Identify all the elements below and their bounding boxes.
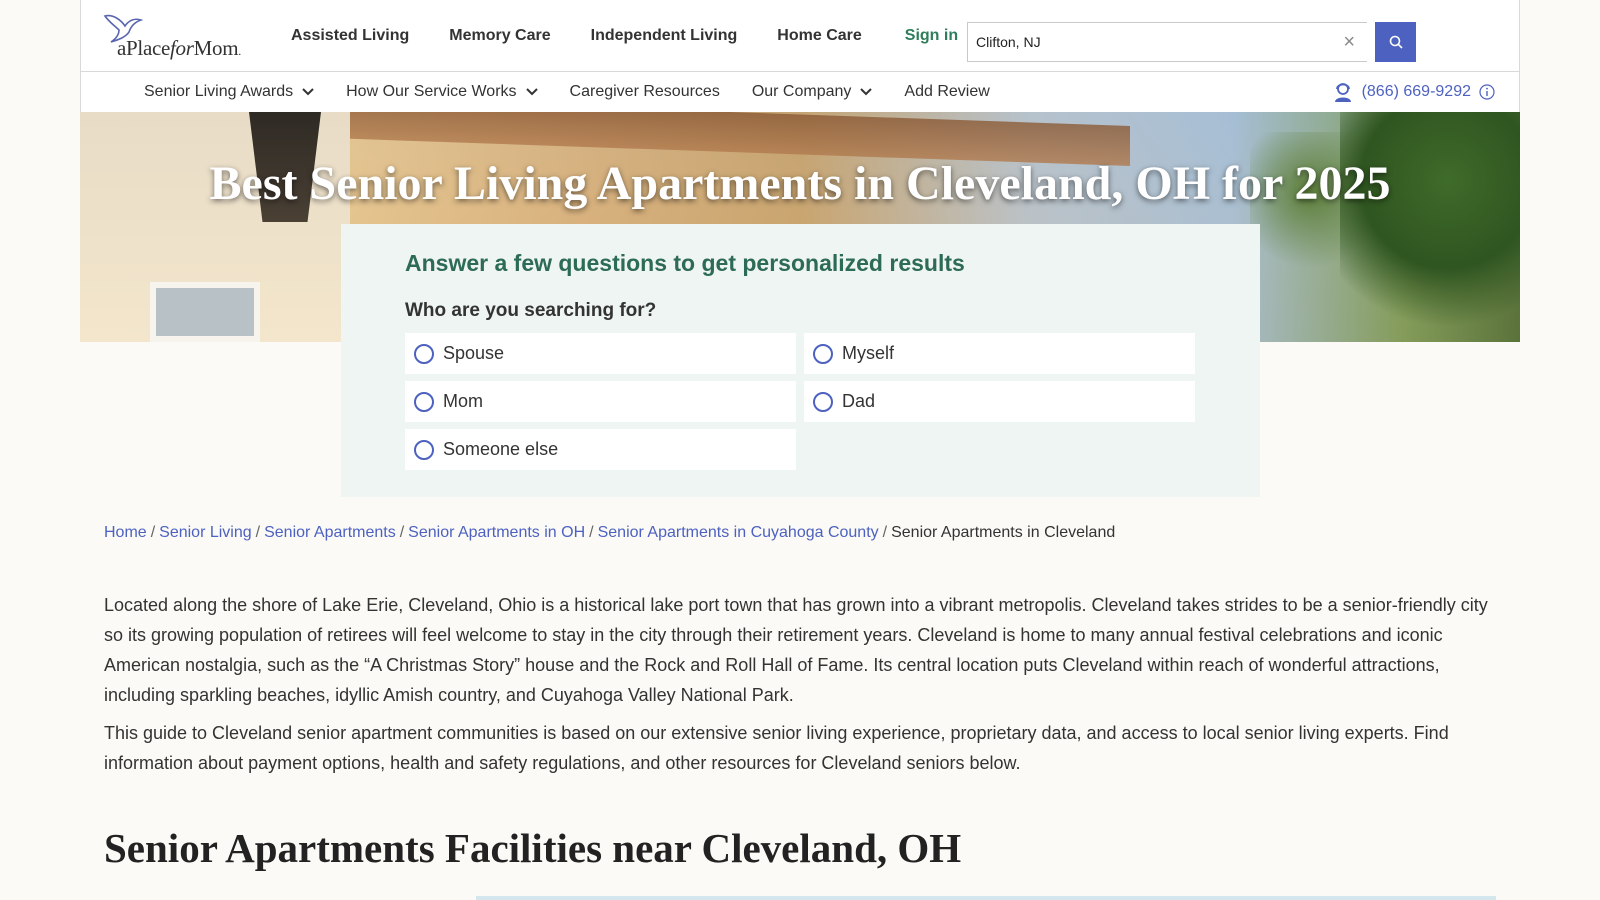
breadcrumb-senior-apartments-cuyahoga[interactable]: Senior Apartments in Cuyahoga County [598,524,879,541]
breadcrumb-separator: / [255,524,261,541]
guide-paragraph: This guide to Cleveland senior apartment… [104,723,1449,773]
logo[interactable]: aPlaceforMom. [103,12,253,62]
option-mom[interactable]: Mom [405,381,796,422]
breadcrumb-senior-apartments-oh[interactable]: Senior Apartments in OH [408,524,585,541]
nav-memory-care[interactable]: Memory Care [449,27,550,45]
sign-in-link[interactable]: Sign in [905,27,958,45]
logo-text: aPlaceforMom. [117,36,241,60]
phone-contact[interactable]: (866) 669-9292 [1332,72,1495,112]
section-title: Senior Apartments Facilities near Clevel… [104,825,962,871]
option-label: Spouse [443,343,505,363]
search-button[interactable] [1375,22,1416,62]
breadcrumb-senior-living[interactable]: Senior Living [159,524,252,541]
intro-paragraph: Located along the shore of Lake Erie, Cl… [104,595,1488,705]
breadcrumb-separator: / [882,524,888,541]
subnav-our-company[interactable]: Our Company [752,83,873,101]
option-someone-else[interactable]: Someone else [405,429,796,470]
radio-icon[interactable] [414,343,434,364]
radio-icon[interactable] [813,343,833,364]
chevron-down-icon [525,88,538,96]
listing-panel-edge [476,896,1496,900]
subnav-how-our-service-works[interactable]: How Our Service Works [346,83,538,101]
quiz-heading: Answer a few questions to get personaliz… [405,250,965,276]
option-label: Mom [443,391,483,411]
breadcrumb: Home / Senior Living / Senior Apartments / Sen… [104,524,1115,542]
option-label: Dad [842,391,876,411]
breadcrumb-senior-apartments[interactable]: Senior Apartments [264,524,396,541]
breadcrumb-separator: / [399,524,405,541]
page-title: Best Senior Living Apartments in Clevela… [209,157,1391,210]
radio-icon[interactable] [414,391,434,412]
subnav-senior-living-awards[interactable]: Senior Living Awards [144,83,314,101]
nav-home-care[interactable]: Home Care [777,27,861,45]
breadcrumb-separator: / [589,524,594,541]
primary-nav: Assisted Living Memory Care Independent … [291,0,998,72]
breadcrumb-separator: / [150,524,156,541]
radio-icon[interactable] [414,439,434,460]
close-icon[interactable]: × [1343,31,1355,54]
chevron-down-icon [302,88,314,96]
option-label: Myself [842,343,895,363]
subnav-label: How Our Service Works [346,83,517,100]
agent-icon [1334,83,1351,102]
breadcrumb-current: Senior Apartments in Cleveland [891,524,1116,541]
phone-number[interactable]: (866) 669-9292 [1362,83,1471,101]
subnav-label: Our Company [751,83,852,100]
hero-tree [1340,112,1520,342]
option-spouse[interactable]: Spouse [405,333,796,374]
hero-window [150,282,260,342]
subnav-add-review[interactable]: Add Review [904,83,989,101]
nav-independent-living[interactable]: Independent Living [591,27,738,45]
radio-icon[interactable] [813,391,833,412]
secondary-nav: Senior Living Awards How Our Service Wor… [80,72,1520,112]
option-myself[interactable]: Myself [804,333,1195,374]
search-box: × [967,22,1367,62]
subnav-label: Senior Living Awards [144,83,294,100]
search-icon [1389,35,1403,49]
subnav-label: Caregiver Resources [569,83,720,100]
quiz-question: Who are you searching for? [405,300,657,321]
option-label: Someone else [443,439,559,459]
subnav-caregiver-resources[interactable]: Caregiver Resources [570,83,720,101]
nav-assisted-living[interactable]: Assisted Living [291,27,409,45]
option-dad[interactable]: Dad [804,381,1195,422]
info-icon[interactable] [1479,84,1495,100]
chevron-down-icon [860,88,873,96]
search-input[interactable] [968,23,1328,61]
personalization-quiz: Answer a few questions to get personaliz… [341,224,1260,497]
breadcrumb-home[interactable]: Home [104,524,147,541]
subnav-label: Add Review [904,83,990,100]
